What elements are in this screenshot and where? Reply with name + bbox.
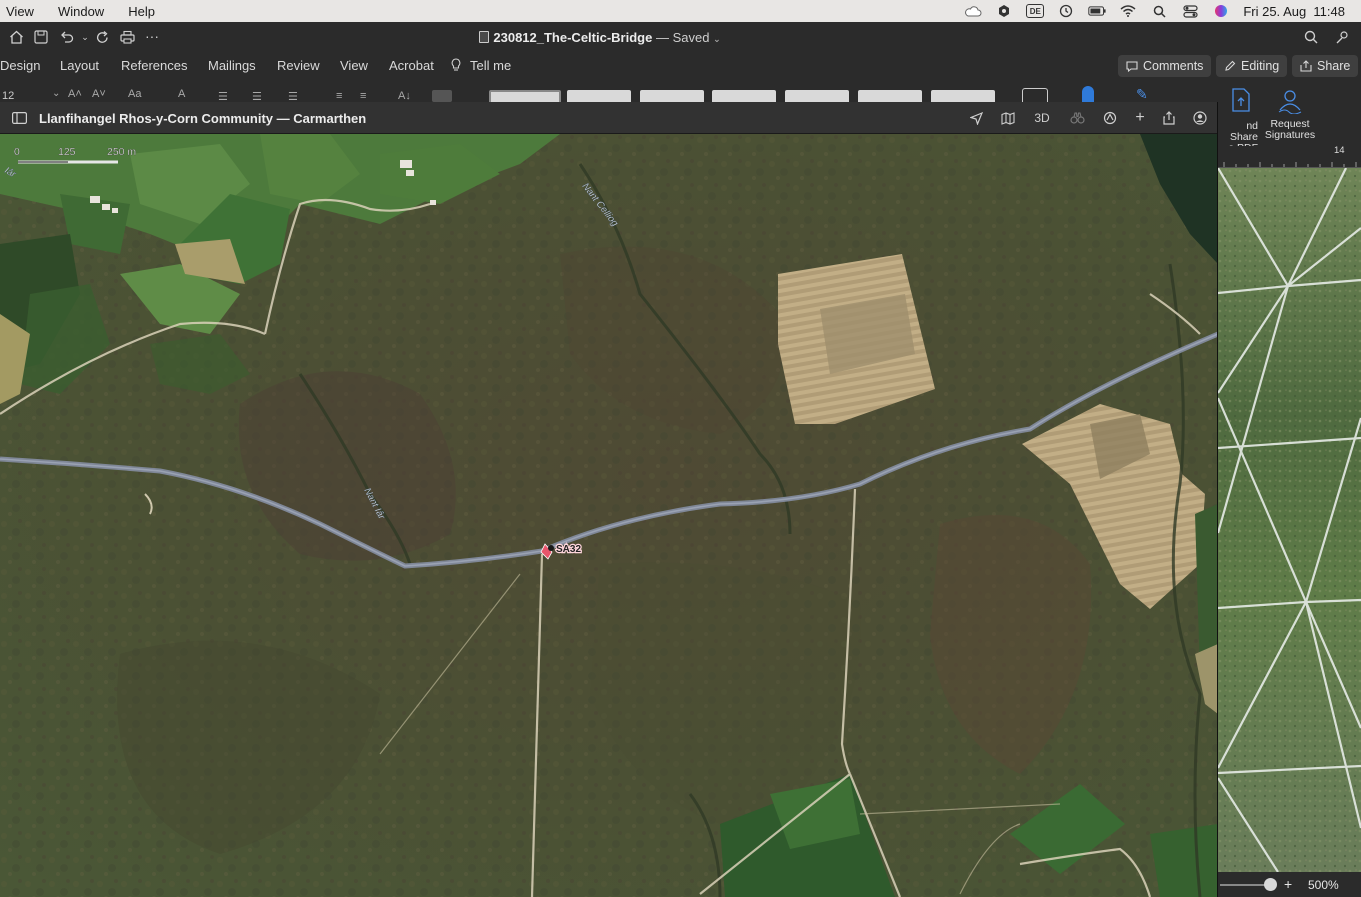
- pdf-share-icon: [1232, 88, 1250, 112]
- control-center-icon[interactable]: [1181, 4, 1199, 18]
- doc-file-icon: [479, 31, 490, 43]
- app-status-icon[interactable]: [995, 4, 1013, 18]
- search-icon[interactable]: [1299, 25, 1323, 49]
- change-case-icon[interactable]: Aa: [128, 88, 141, 100]
- share-label: Share: [1317, 59, 1351, 73]
- shrink-font-icon[interactable]: A˅: [92, 88, 106, 100]
- share-icon[interactable]: [1159, 108, 1179, 128]
- time-machine-icon[interactable]: [1057, 4, 1075, 18]
- tracking-icon[interactable]: [1100, 108, 1120, 128]
- maps-window-title: Llanfihangel Rhos-y-Corn Community — Car…: [39, 111, 367, 126]
- grow-font-icon[interactable]: A˄: [68, 88, 82, 100]
- document-aerial-image: [1218, 168, 1361, 872]
- zoom-in-plus-icon[interactable]: +: [1284, 876, 1292, 892]
- menu-window[interactable]: Window: [53, 4, 109, 19]
- 3d-toggle-button[interactable]: 3D: [1032, 108, 1052, 128]
- ruler-number: 14: [1334, 145, 1345, 156]
- editing-label: Editing: [1241, 59, 1280, 73]
- increase-indent-icon[interactable]: ≡: [360, 90, 366, 102]
- spotlight-search-icon[interactable]: [1150, 4, 1168, 18]
- font-size-field[interactable]: 12: [2, 90, 14, 102]
- decrease-indent-icon[interactable]: ≡: [336, 90, 342, 102]
- show-formatting-icon[interactable]: [432, 90, 452, 102]
- battery-icon[interactable]: [1088, 4, 1106, 18]
- title-dropdown-chevron-icon[interactable]: ⌄: [713, 34, 721, 44]
- comment-icon: [1126, 60, 1138, 72]
- input-source-icon[interactable]: DE: [1026, 4, 1045, 18]
- request-label-2: Signatures: [1264, 129, 1316, 141]
- tab-mailings[interactable]: Mailings: [208, 58, 256, 73]
- comments-button[interactable]: Comments: [1118, 55, 1212, 77]
- scale-label-mid: 125: [58, 146, 76, 158]
- zoom-level[interactable]: 500%: [1308, 878, 1339, 892]
- ribbon-tab-bar: Design Layout References Mailings Review…: [0, 52, 1361, 82]
- request-signatures-button[interactable]: Request Signatures: [1264, 88, 1316, 141]
- map-mode-icon[interactable]: [998, 108, 1018, 128]
- icloud-icon[interactable]: [964, 4, 982, 18]
- horizontal-ruler: 14: [1218, 145, 1361, 168]
- wifi-icon[interactable]: [1119, 4, 1137, 18]
- clear-formatting-icon[interactable]: A: [178, 88, 185, 100]
- tell-me-field[interactable]: Tell me: [470, 58, 511, 73]
- create-share-label-1: nd Share: [1229, 120, 1258, 143]
- share-button[interactable]: Share: [1292, 55, 1359, 77]
- comments-label: Comments: [1143, 59, 1204, 73]
- tab-layout[interactable]: Layout: [60, 58, 99, 73]
- look-around-binoculars-icon: [1067, 108, 1087, 128]
- menubar-clock[interactable]: Fri 25. Aug 11:48: [1243, 4, 1345, 19]
- current-location-icon[interactable]: [966, 108, 986, 128]
- share-icon: [1300, 60, 1312, 72]
- pencil-icon: [1225, 60, 1236, 71]
- word-title-bar: ⌄ ··· 230812_The-Celtic-Bridge — Saved ⌄: [0, 22, 1361, 52]
- scale-label-end: 250 m: [107, 146, 136, 158]
- menu-bar: View Window Help DE Fri 25. Aug 11:48: [0, 0, 1361, 22]
- document-title: 230812_The-Celtic-Bridge — Saved ⌄: [0, 30, 1200, 45]
- ribbon-toolbar: 12 ⌄ A˄ A˅ Aa A ☰ ☰ ☰ ≡ ≡ A↓ ✎: [0, 82, 1361, 104]
- styles-pane-icon[interactable]: [1022, 88, 1048, 102]
- scale-label-zero: 0: [14, 146, 20, 158]
- status-zoom-bar: + 500%: [1218, 872, 1361, 897]
- zoom-slider-thumb[interactable]: [1264, 878, 1277, 891]
- add-icon[interactable]: +: [1130, 108, 1150, 128]
- tab-references[interactable]: References: [121, 58, 187, 73]
- signature-person-icon: [1278, 90, 1302, 115]
- save-status: — Saved: [655, 30, 710, 45]
- maps-toolbar: Llanfihangel Rhos-y-Corn Community — Car…: [0, 102, 1217, 134]
- editing-mode-button[interactable]: Editing: [1216, 55, 1288, 77]
- tell-me-lightbulb-icon[interactable]: [451, 58, 461, 75]
- dictate-mic-icon[interactable]: [1082, 86, 1094, 102]
- menu-help[interactable]: Help: [123, 4, 160, 19]
- sidebar-toggle-icon[interactable]: [9, 108, 29, 128]
- tab-design[interactable]: Design: [0, 58, 40, 73]
- maps-window: Llanfihangel Rhos-y-Corn Community — Car…: [0, 102, 1218, 897]
- account-share-icon[interactable]: [1330, 25, 1354, 49]
- document-image-preview[interactable]: [1218, 168, 1361, 872]
- sort-icon[interactable]: A↓: [398, 90, 411, 102]
- satellite-map[interactable]: Nant Celliog Nant Iâr Iâr 0 125 250 m SA…: [0, 134, 1217, 897]
- create-share-pdf-button[interactable]: nd Share e PDF: [1218, 88, 1258, 154]
- menu-view[interactable]: View: [1, 4, 39, 19]
- siri-icon[interactable]: [1212, 4, 1230, 18]
- satellite-imagery: Nant Celliog Nant Iâr Iâr 0 125 250 m SA…: [0, 134, 1217, 897]
- road-label-sa32: SA32: [556, 544, 581, 555]
- tab-view[interactable]: View: [340, 58, 368, 73]
- tab-acrobat[interactable]: Acrobat: [389, 58, 434, 73]
- account-icon[interactable]: [1190, 108, 1210, 128]
- font-size-chevron-icon[interactable]: ⌄: [52, 88, 60, 99]
- document-name: 230812_The-Celtic-Bridge: [493, 30, 653, 45]
- tab-review[interactable]: Review: [277, 58, 320, 73]
- editor-icon[interactable]: ✎: [1136, 86, 1156, 102]
